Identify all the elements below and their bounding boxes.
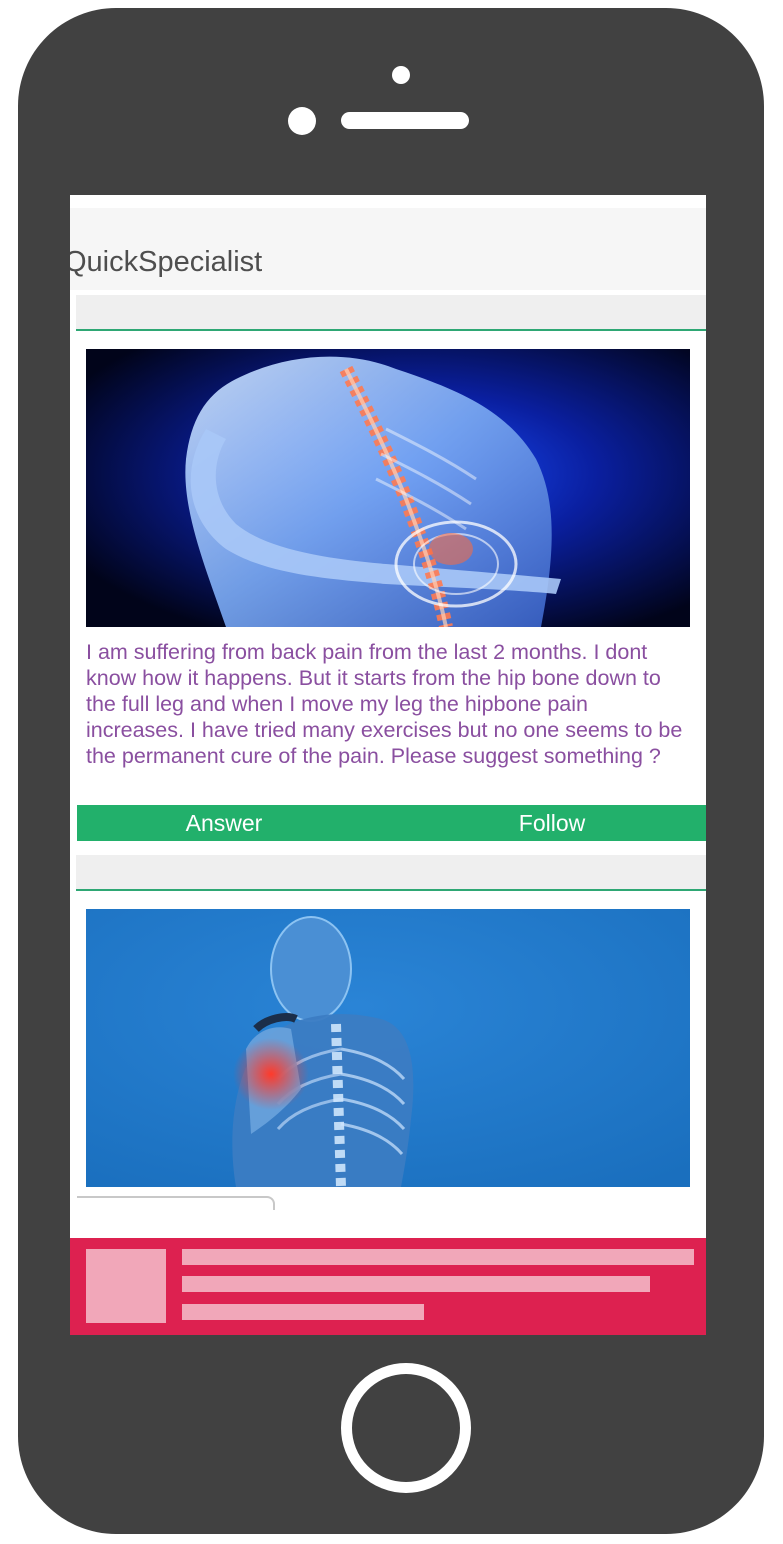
follow-button[interactable]: Follow (477, 805, 627, 841)
ad-thumbnail-placeholder (86, 1249, 166, 1323)
ad-text-placeholder (182, 1249, 694, 1265)
shoulder-pain-image (86, 909, 690, 1187)
back-pain-image (86, 349, 690, 627)
sensor-icon (288, 107, 316, 135)
app-title: QuickSpecialist (70, 246, 263, 278)
feed-separator (76, 295, 706, 329)
app-bar: QuickSpecialist (70, 208, 706, 290)
feed-separator (76, 855, 706, 889)
front-camera-icon (392, 66, 410, 84)
question-card[interactable]: I am suffering from back pain from the l… (76, 331, 706, 851)
scroll-handle[interactable] (77, 1196, 275, 1210)
ad-text-placeholder (182, 1276, 650, 1292)
question-text: I am suffering from back pain from the l… (86, 640, 683, 768)
app-screen: QuickSpecialist I am suffering from back… (70, 195, 706, 1335)
earpiece-speaker-icon (341, 112, 469, 129)
question-card[interactable] (76, 891, 706, 1231)
spine-illustration-icon (86, 349, 690, 627)
card-action-bar: Answer Follow (77, 805, 706, 841)
ad-banner[interactable] (70, 1238, 706, 1335)
shoulder-skeleton-illustration-icon (86, 909, 690, 1187)
ad-text-placeholder (182, 1304, 424, 1320)
home-button[interactable] (341, 1363, 471, 1493)
answer-button[interactable]: Answer (77, 805, 371, 841)
